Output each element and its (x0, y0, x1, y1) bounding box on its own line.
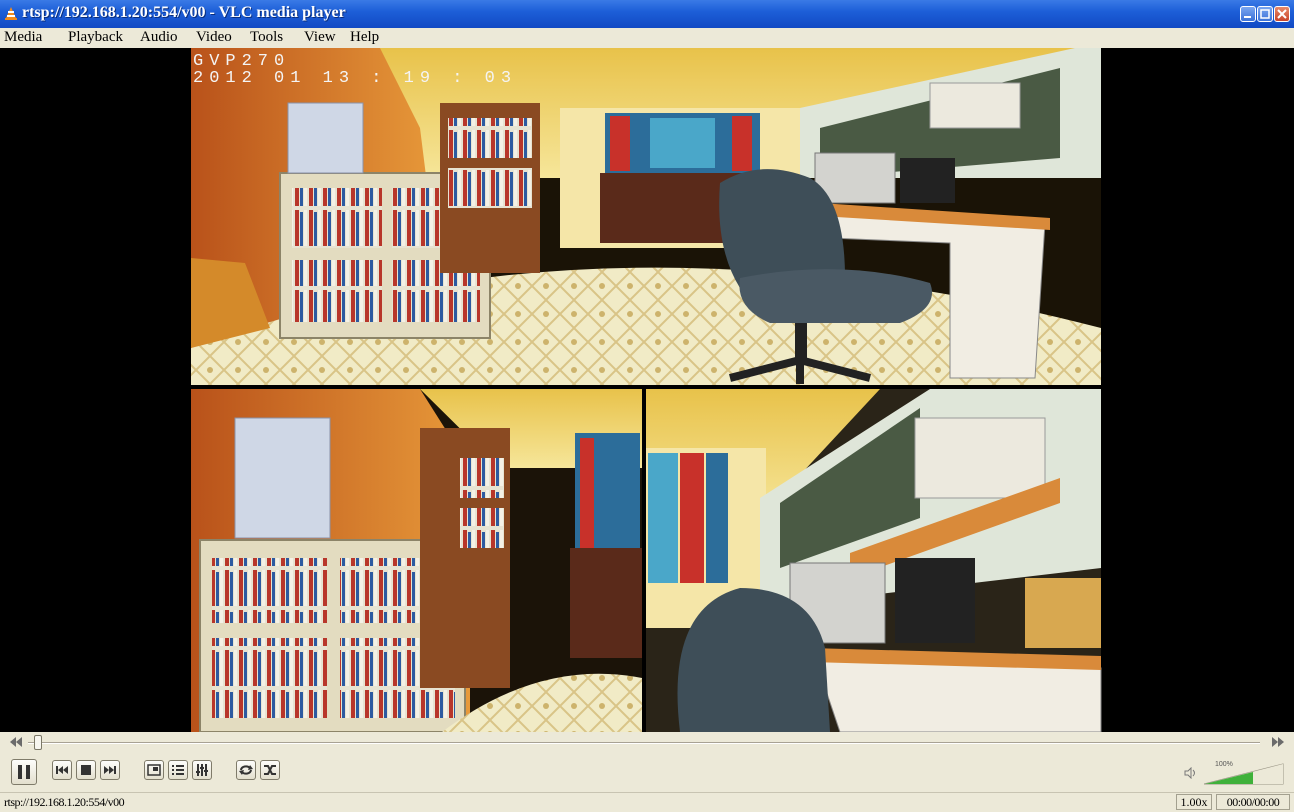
rewind-icon[interactable] (10, 737, 24, 747)
menu-playback[interactable]: Playback (68, 29, 123, 46)
vlc-cone-icon (5, 7, 17, 20)
osd-timestamp: 2012 01 13 : 19 : 03 (193, 69, 517, 88)
camera-view-left (191, 389, 642, 732)
status-url: rtsp://192.168.1.20:554/v00 (4, 795, 125, 809)
next-icon (104, 766, 116, 774)
minimize-icon (1244, 16, 1251, 18)
restore-icon (1260, 9, 1270, 19)
extended-settings-button[interactable] (192, 760, 212, 780)
seek-row (0, 732, 1294, 754)
seek-track[interactable] (28, 742, 1260, 744)
shuffle-icon (264, 765, 276, 775)
playback-rate[interactable]: 1.00x (1176, 794, 1212, 810)
restore-button[interactable] (1257, 6, 1273, 22)
menu-view[interactable]: View (304, 29, 336, 46)
minimize-button[interactable] (1240, 6, 1256, 22)
equalizer-icon (196, 764, 208, 776)
menu-tools[interactable]: Tools (250, 29, 283, 46)
video-surface[interactable]: GVP270 2012 01 13 : 19 : 03 (0, 48, 1294, 732)
stop-icon (81, 765, 91, 775)
menu-help[interactable]: Help (350, 29, 379, 46)
camera-view-right (646, 389, 1102, 732)
control-bar: 100% (0, 754, 1294, 792)
window-title: rtsp://192.168.1.20:554/v00 - VLC media … (22, 4, 346, 21)
fast-forward-icon[interactable] (1270, 737, 1284, 747)
next-button[interactable] (100, 760, 120, 780)
pause-button[interactable] (11, 759, 37, 785)
close-icon (1277, 9, 1287, 19)
menu-bar: Media Playback Audio Video Tools View He… (0, 28, 1294, 48)
pause-icon (18, 765, 30, 779)
elapsed-time[interactable]: 00:00/00:00 (1216, 794, 1290, 810)
speaker-icon[interactable] (1184, 767, 1198, 779)
playlist-icon (172, 765, 184, 775)
title-bar[interactable]: rtsp://192.168.1.20:554/v00 - VLC media … (0, 0, 1294, 28)
status-bar: rtsp://192.168.1.20:554/v00 1.00x 00:00/… (0, 792, 1294, 812)
stop-button[interactable] (76, 760, 96, 780)
video-frame: GVP270 2012 01 13 : 19 : 03 (191, 48, 1102, 732)
menu-audio[interactable]: Audio (140, 29, 178, 46)
fullscreen-icon (147, 764, 161, 776)
previous-button[interactable] (52, 760, 72, 780)
previous-icon (56, 766, 68, 774)
menu-video[interactable]: Video (196, 29, 232, 46)
loop-button[interactable] (236, 760, 256, 780)
close-button[interactable] (1274, 6, 1290, 22)
volume-label: 100% (1215, 761, 1233, 768)
menu-media[interactable]: Media (4, 29, 42, 46)
fullscreen-button[interactable] (144, 760, 164, 780)
seek-handle[interactable] (34, 735, 42, 750)
playlist-button[interactable] (168, 760, 188, 780)
camera-view-panorama: GVP270 2012 01 13 : 19 : 03 (191, 48, 1101, 385)
loop-icon (239, 765, 253, 775)
shuffle-button[interactable] (260, 760, 280, 780)
